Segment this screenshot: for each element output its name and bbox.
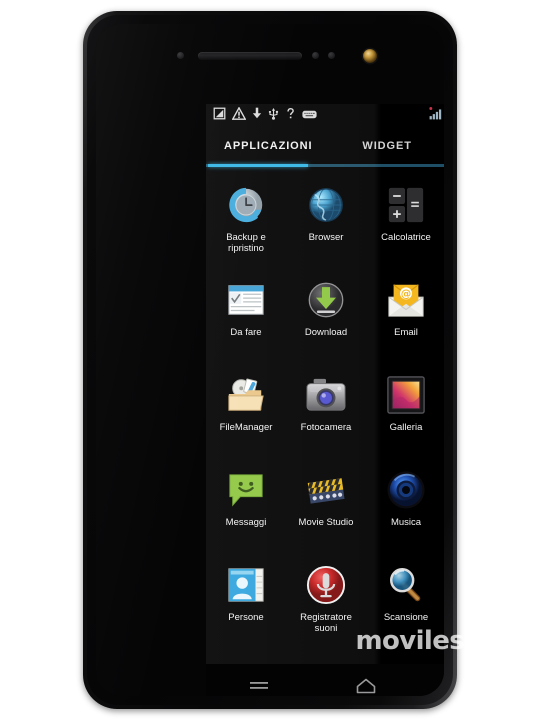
app-label: Browser [308,232,344,243]
light-sensor [312,52,319,59]
app-label: Persone [228,612,264,623]
people-contacts-icon [224,563,268,607]
download-arrow-icon [304,278,348,322]
menu-icon [250,682,269,689]
phone-top-hardware [96,48,444,64]
app-item-da-fare[interactable]: Da fare [206,270,286,365]
watermark-text: moviles [355,626,465,656]
tab-bar: APPLICAZIONI WIDGET [206,127,444,164]
app-label: Download [304,327,348,338]
svg-text:@: @ [401,288,411,300]
status-bar-right-icons: 21:59 [429,106,444,125]
music-speaker-icon [384,468,428,512]
app-item-filemanager[interactable]: FileManager [206,365,286,460]
app-item-galleria[interactable]: Galleria [366,365,444,460]
app-item-musica[interactable]: Musica [366,460,444,555]
app-label: Musica [390,517,422,528]
download-icon [252,107,262,125]
app-item-email[interactable]: @ Email [366,270,444,365]
home-button[interactable] [343,671,389,696]
phone-device: 21:59 APPLICAZIONI WIDGET [83,11,457,709]
proximity-sensor [177,52,184,59]
home-icon [356,678,376,694]
tab-applicazioni[interactable]: APPLICAZIONI [218,140,318,152]
keyboard-icon [302,107,317,125]
app-item-messaggi[interactable]: Messaggi [206,460,286,555]
gallery-photo-icon [384,373,428,417]
usb-icon [268,107,279,125]
help-question-icon [285,107,296,125]
app-item-registratore-suoni[interactable]: Registratore suoni [286,555,366,650]
email-envelope-icon: @ [384,278,428,322]
tab-widget[interactable]: WIDGET [356,140,417,152]
app-label: Registratore suoni [300,612,352,634]
app-label: Galleria [389,422,423,433]
calculator-icon [384,183,428,227]
app-label: Da fare [230,327,262,338]
phone-bezel: 21:59 APPLICAZIONI WIDGET [87,15,453,705]
earpiece-speaker [198,52,302,60]
app-item-download[interactable]: Download [286,270,366,365]
app-item-persone[interactable]: Persone [206,555,286,650]
app-label: Messaggi [225,517,267,528]
app-item-fotocamera[interactable]: Fotocamera [286,365,366,460]
camera-icon [304,373,348,417]
app-item-movie-studio[interactable]: Movie Studio [286,460,366,555]
navigation-bar [206,664,444,696]
app-item-calcolatrice[interactable]: Calcolatrice [366,175,444,270]
todo-notes-icon [224,278,268,322]
browser-globe-icon [304,183,348,227]
messaging-bubble-icon [224,468,268,512]
watermark-suffix: .com [464,626,532,656]
phone-display: 21:59 APPLICAZIONI WIDGET [206,104,444,664]
indicator-led [328,52,335,59]
movie-clapperboard-icon [304,468,348,512]
app-item-backup[interactable]: Backup e ripristino [206,175,286,270]
app-grid: Backup e ripristino Browser Calcolatrice… [206,167,444,650]
backup-restore-icon [224,183,268,227]
warning-icon [231,105,247,125]
app-item-browser[interactable]: Browser [286,175,366,270]
phone-glass: 21:59 APPLICAZIONI WIDGET [96,24,444,696]
site-watermark: moviles.com [355,626,533,656]
app-label: Scansione [383,612,429,623]
status-bar: 21:59 [206,104,444,127]
app-label: Movie Studio [298,517,354,528]
signal-sim1-icon [429,106,443,125]
app-label: Calcolatrice [381,232,431,243]
app-label: Email [394,327,418,338]
app-label: Fotocamera [300,422,352,433]
app-label: Backup e ripristino [226,232,266,254]
status-bar-left-icons [213,105,317,125]
file-manager-icon [224,373,268,417]
front-camera-lens [363,49,377,63]
sd-card-icon [213,107,226,125]
app-label: FileManager [219,422,273,433]
scan-magnifier-icon [384,563,428,607]
sound-recorder-mic-icon [304,563,348,607]
menu-button[interactable] [236,671,282,696]
